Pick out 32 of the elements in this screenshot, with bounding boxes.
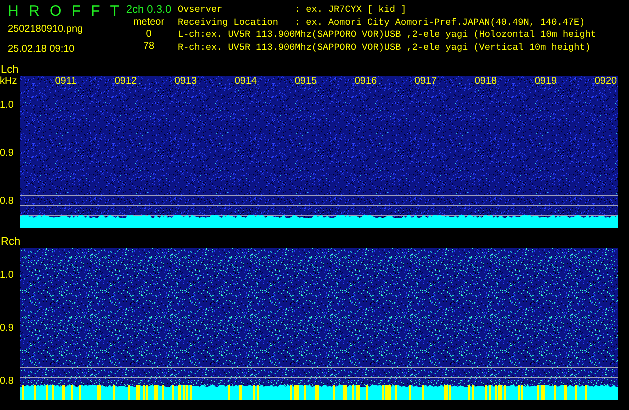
time-label: 0919 bbox=[534, 76, 558, 87]
info-text: : ex. JR7CYX [ kid ] bbox=[295, 4, 407, 16]
time-label: 0914 bbox=[234, 76, 258, 87]
version-label: 2ch 0.3.0 bbox=[126, 4, 172, 17]
date-time: 25.02.18 09:10 bbox=[8, 44, 76, 56]
info-text: : ex. Aomori City Aomori-Pref.JAPAN(40.49N, 140.47E) bbox=[295, 16, 586, 29]
info-text: L-ch:ex. UV5R 113.900Mhz(SAPPORO VOR)USB ,2-ele yagi (Holozontal 10m height bbox=[178, 29, 596, 42]
axis-label: 0.9 bbox=[0, 148, 14, 159]
meteor-count: 0 bbox=[146, 29, 152, 41]
unit-label: kHz bbox=[0, 76, 18, 87]
axis-label: 1.0 bbox=[0, 270, 14, 281]
time-label: 0918 bbox=[474, 76, 498, 87]
file-name: 2502180910.png bbox=[8, 24, 84, 36]
axis-label: 0.9 bbox=[0, 323, 14, 334]
time-label: 0916 bbox=[354, 76, 378, 87]
axis-label: 0.8 bbox=[0, 376, 14, 387]
channel-label: Rch bbox=[0, 236, 21, 248]
info-label: Receiving Location bbox=[178, 16, 280, 29]
meteor-count: 78 bbox=[143, 41, 155, 53]
time-label: 0913 bbox=[174, 76, 198, 87]
meteor-label: meteor bbox=[133, 17, 165, 29]
channel-label: Lch bbox=[0, 64, 19, 76]
time-label: 0911 bbox=[55, 76, 77, 87]
info-text: R-ch:ex. UV5R 113.900Mhz(SAPPORO VOR)USB ,2-ele yagi (Vertical 10m height) bbox=[178, 42, 591, 54]
time-label: 0915 bbox=[294, 76, 318, 87]
app-title: H R O F F T bbox=[8, 4, 120, 20]
time-label: 0912 bbox=[114, 76, 138, 87]
axis-label: 0.8 bbox=[0, 196, 14, 207]
axis-label: 1.0 bbox=[0, 100, 14, 111]
info-label: Ovserver bbox=[178, 4, 224, 16]
time-label: 0917 bbox=[414, 76, 438, 87]
time-label: 0920 bbox=[594, 76, 618, 87]
